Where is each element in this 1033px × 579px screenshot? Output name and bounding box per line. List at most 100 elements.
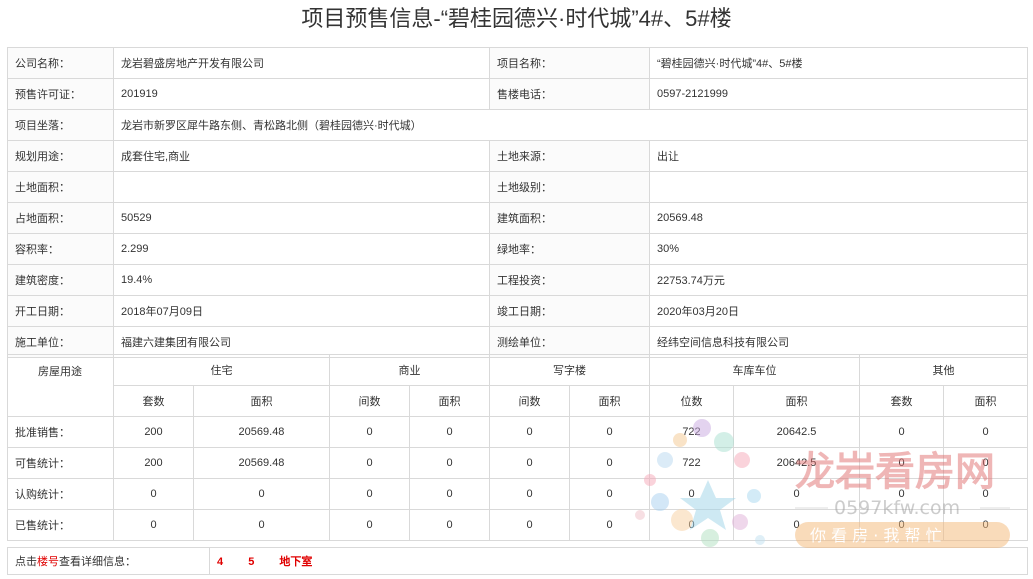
green-label: 绿地率： xyxy=(489,233,650,265)
table-cell: 0 xyxy=(569,509,650,541)
start-date-value: 2018年07月09日 xyxy=(113,295,490,327)
build-area-label: 建筑面积： xyxy=(489,202,650,234)
company-value: 龙岩碧盛房地产开发有限公司 xyxy=(113,47,490,79)
prompt-text-a: 点击 xyxy=(15,556,37,568)
building-links-row: 点击楼号查看详细信息： 4 5 地下室 xyxy=(7,547,1028,575)
table-cell: 0 xyxy=(943,447,1028,479)
sub-header: 面积 xyxy=(569,385,650,417)
sales-header-sub: 套数 面积 间数 面积 间数 面积 位数 面积 套数 面积 xyxy=(8,385,1028,417)
info-row-units: 施工单位： 福建六建集团有限公司 测绘单位： 经纬空间信息科技有限公司 xyxy=(7,326,1028,358)
sub-header: 面积 xyxy=(193,385,330,417)
usage-label: 房屋用途 xyxy=(7,354,114,417)
table-cell: 0 xyxy=(193,478,330,510)
table-cell: 0 xyxy=(859,447,944,479)
table-cell: 0 xyxy=(859,478,944,510)
permit-value: 201919 xyxy=(113,78,490,110)
table-cell: 0 xyxy=(329,416,410,448)
table-row-available: 可售统计： 200 20569.48 0 0 0 0 722 20642.5 0… xyxy=(7,447,1028,479)
table-cell: 200 xyxy=(113,447,194,479)
table-row-approved: 批准销售： 200 20569.48 0 0 0 0 722 20642.5 0… xyxy=(7,416,1028,448)
table-cell: 0 xyxy=(409,447,490,479)
building-links-cell: 4 5 地下室 xyxy=(209,547,1028,575)
plot-ratio-label: 容积率： xyxy=(7,233,114,265)
table-cell: 0 xyxy=(943,509,1028,541)
land-grade-label: 土地级别： xyxy=(489,171,650,203)
building-links-table: 点击楼号查看详细信息： 4 5 地下室 xyxy=(7,547,1028,575)
sub-header: 面积 xyxy=(409,385,490,417)
row-label: 可售统计： xyxy=(7,447,114,479)
land-area-label: 土地面积： xyxy=(7,171,114,203)
sales-header-groups: 房屋用途 住宅 商业 写字楼 车库车位 其他 xyxy=(7,354,1028,417)
builder-label: 施工单位： xyxy=(7,326,114,358)
prompt-text-c: 查看详细信息： xyxy=(59,556,136,568)
project-info-table: 公司名称： 龙岩碧盛房地产开发有限公司 项目名称： “碧桂园德兴·时代城”4#、… xyxy=(7,47,1028,358)
land-source-label: 土地来源： xyxy=(489,140,650,172)
sub-header: 面积 xyxy=(733,385,860,417)
project-name-value: “碧桂园德兴·时代城”4#、5#楼 xyxy=(649,47,1028,79)
table-cell: 722 xyxy=(649,416,734,448)
group-office: 写字楼 xyxy=(489,354,650,386)
land-area-value xyxy=(113,171,490,203)
info-row-area: 占地面积： 50529 建筑面积： 20569.48 xyxy=(7,202,1028,234)
table-cell: 0 xyxy=(943,416,1028,448)
group-residential: 住宅 xyxy=(113,354,330,386)
table-cell: 0 xyxy=(569,416,650,448)
table-cell: 0 xyxy=(329,478,410,510)
table-cell: 0 xyxy=(859,416,944,448)
build-area-value: 20569.48 xyxy=(649,202,1028,234)
building-link-basement[interactable]: 地下室 xyxy=(279,556,312,568)
group-commercial: 商业 xyxy=(329,354,490,386)
permit-label: 预售许可证： xyxy=(7,78,114,110)
table-cell: 0 xyxy=(489,447,570,479)
table-row-subscribed: 认购统计： 0 0 0 0 0 0 0 0 0 0 xyxy=(7,478,1028,510)
location-value: 龙岩市新罗区犀牛路东侧、青松路北侧（碧桂园德兴·时代城） xyxy=(113,109,1028,141)
table-cell: 0 xyxy=(489,416,570,448)
planning-label: 规划用途： xyxy=(7,140,114,172)
finish-date-label: 竣工日期： xyxy=(489,295,650,327)
row-label: 认购统计： xyxy=(7,478,114,510)
building-links-prompt: 点击楼号查看详细信息： xyxy=(7,547,210,575)
density-label: 建筑密度： xyxy=(7,264,114,296)
info-row-permit: 预售许可证： 201919 售楼电话： 0597-2121999 xyxy=(7,78,1028,110)
start-date-label: 开工日期： xyxy=(7,295,114,327)
prompt-text-b: 楼号 xyxy=(37,556,59,568)
surveyor-label: 测绘单位： xyxy=(489,326,650,358)
land-source-value: 出让 xyxy=(649,140,1028,172)
phone-label: 售楼电话： xyxy=(489,78,650,110)
table-cell: 0 xyxy=(409,509,490,541)
table-cell: 0 xyxy=(489,509,570,541)
building-link-4[interactable]: 4 xyxy=(217,556,223,568)
info-row-density: 建筑密度： 19.4% 工程投资： 22753.74万元 xyxy=(7,264,1028,296)
table-cell: 0 xyxy=(649,478,734,510)
row-label: 已售统计： xyxy=(7,509,114,541)
phone-value: 0597-2121999 xyxy=(649,78,1028,110)
table-cell: 0 xyxy=(409,416,490,448)
info-row-planning: 规划用途： 成套住宅,商业 土地来源： 出让 xyxy=(7,140,1028,172)
table-cell: 20569.48 xyxy=(193,447,330,479)
planning-value: 成套住宅,商业 xyxy=(113,140,490,172)
table-cell: 0 xyxy=(113,509,194,541)
table-cell: 0 xyxy=(733,478,860,510)
table-cell: 0 xyxy=(489,478,570,510)
table-cell: 20569.48 xyxy=(193,416,330,448)
page-title: 项目预售信息-“碧桂园德兴·时代城”4#、5#楼 xyxy=(301,6,732,31)
investment-label: 工程投资： xyxy=(489,264,650,296)
table-cell: 0 xyxy=(733,509,860,541)
info-row-land: 土地面积： 土地级别： xyxy=(7,171,1028,203)
table-cell: 0 xyxy=(409,478,490,510)
building-link-5[interactable]: 5 xyxy=(248,556,254,568)
info-row-location: 项目坐落： 龙岩市新罗区犀牛路东侧、青松路北侧（碧桂园德兴·时代城） xyxy=(7,109,1028,141)
info-row-dates: 开工日期： 2018年07月09日 竣工日期： 2020年03月20日 xyxy=(7,295,1028,327)
table-cell: 20642.5 xyxy=(733,416,860,448)
group-parking: 车库车位 xyxy=(649,354,860,386)
site-area-label: 占地面积： xyxy=(7,202,114,234)
site-area-value: 50529 xyxy=(113,202,490,234)
table-cell: 20642.5 xyxy=(733,447,860,479)
sub-header: 面积 xyxy=(943,385,1028,417)
table-cell: 0 xyxy=(649,509,734,541)
table-row-sold: 已售统计： 0 0 0 0 0 0 0 0 0 0 xyxy=(7,509,1028,541)
location-label: 项目坐落： xyxy=(7,109,114,141)
land-grade-value xyxy=(649,171,1028,203)
info-row-company: 公司名称： 龙岩碧盛房地产开发有限公司 项目名称： “碧桂园德兴·时代城”4#、… xyxy=(7,47,1028,79)
plot-ratio-value: 2.299 xyxy=(113,233,490,265)
